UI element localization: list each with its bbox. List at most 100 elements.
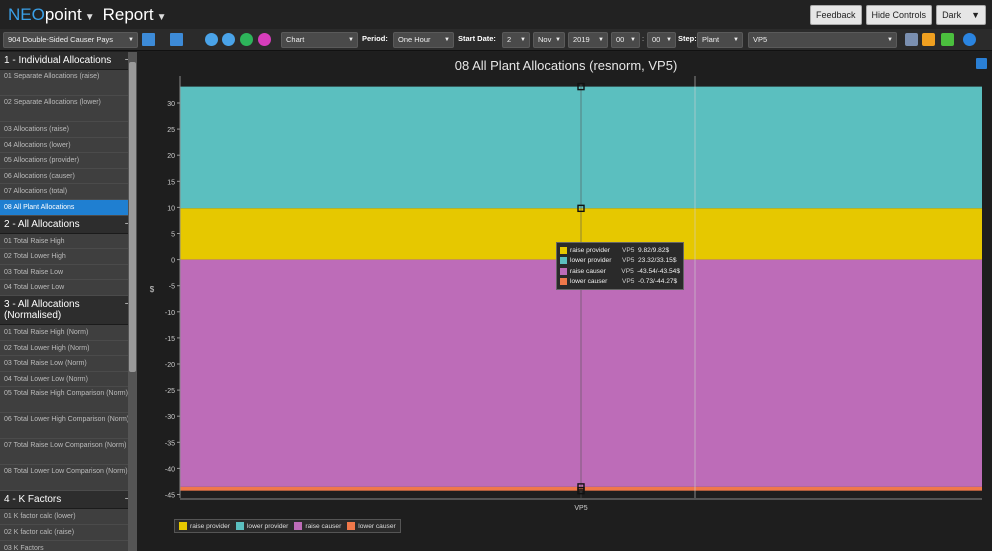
report-menu-label: Report [102, 4, 154, 24]
sidebar-item[interactable]: 01 K factor calc (lower) [0, 509, 137, 525]
tooltip-value: 9.82/9.82$ [638, 246, 670, 254]
tooltip-swatch [560, 278, 567, 286]
x-tick-label: VP5 [574, 505, 587, 512]
minute-select-value: 00 [652, 35, 661, 44]
legend-item[interactable]: lower causer [347, 522, 396, 530]
sidebar-item[interactable]: 05 Allocations (provider) [0, 153, 137, 169]
sidebar-section-header[interactable]: 3 - All Allocations (Normalised)− [0, 295, 137, 325]
record-icon[interactable] [258, 33, 271, 46]
chevron-down-icon: ▼ [444, 37, 450, 43]
sidebar-item[interactable]: 02 K factor calc (raise) [0, 525, 137, 541]
view-select[interactable]: Chart ▼ [281, 32, 358, 48]
start-date-label: Start Date: [458, 34, 496, 43]
sidebar-item[interactable]: 03 Total Raise Low (Norm) [0, 356, 137, 372]
lock-icon[interactable] [922, 33, 935, 46]
sidebar: 1 - Individual Allocations−01 Separate A… [0, 52, 137, 551]
sidebar-item[interactable]: 04 Allocations (lower) [0, 138, 137, 154]
sidebar-section-title: 4 - K Factors [4, 494, 62, 506]
chevron-down-icon: ▼ [598, 37, 604, 43]
sidebar-item[interactable]: 01 Total Raise High [0, 234, 137, 250]
chart-plot: 30 25 20 15 10 5 0 -5 -10 -15 -20 -25 -30 -35 -40 -45 $ V… [150, 76, 982, 512]
sidebar-item[interactable]: 02 Separate Allocations (lower) [0, 96, 137, 122]
sidebar-item[interactable]: 05 Total Raise High Comparison (Norm) [0, 387, 137, 414]
sidebar-item[interactable]: 01 Total Raise High (Norm) [0, 325, 137, 341]
theme-select[interactable]: Dark ▼ [936, 5, 986, 25]
sidebar-scrollbar-thumb[interactable] [129, 62, 136, 372]
legend-swatch [179, 522, 187, 530]
sidebar-item[interactable]: 08 Total Lower Low Comparison (Norm) [0, 465, 137, 492]
theme-select-value: Dark [942, 10, 962, 20]
feedback-button[interactable]: Feedback [810, 5, 862, 25]
hour-select[interactable]: 00 ▼ [611, 32, 640, 48]
sidebar-item[interactable]: 03 Total Raise Low [0, 265, 137, 281]
y-tick-label: 5 [171, 232, 175, 239]
legend-item[interactable]: lower provider [235, 522, 288, 530]
top-bar: NEOpoint ▼ Report ▼ Feedback Hide Controls… [0, 0, 992, 29]
sidebar-section-header[interactable]: 1 - Individual Allocations− [0, 52, 137, 70]
step-label: Step: [678, 34, 697, 43]
sidebar-section-header[interactable]: 2 - All Allocations− [0, 215, 137, 234]
sidebar-item[interactable]: 07 Total Raise Low Comparison (Norm) [0, 439, 137, 466]
tooltip-series-name: raise provider [570, 246, 610, 254]
tooltip-series-name: raise causer [569, 267, 606, 275]
step-select-value: Plant [702, 35, 720, 44]
sidebar-item[interactable]: 02 Total Lower High (Norm) [0, 341, 137, 357]
save-icon[interactable] [142, 33, 155, 46]
sidebar-item[interactable]: 02 Total Lower High [0, 249, 137, 265]
time-separator: : [642, 34, 645, 43]
report-select[interactable]: 904 Double-Sided Causer Pays ▼ [3, 32, 138, 48]
tooltip-unit: VP5 [622, 246, 635, 254]
legend-swatch [347, 522, 356, 530]
period-select[interactable]: One Hour ▼ [393, 32, 454, 48]
legend-item[interactable]: raise provider [179, 522, 230, 530]
brand-logo[interactable]: NEOpoint ▼ [8, 5, 95, 25]
theme-caret-icon: ▼ [971, 10, 980, 20]
tooltip-row: raise provider VP5 9.82/9.82$ [560, 245, 680, 256]
refresh-icon[interactable] [240, 33, 253, 46]
year-select-value: 2019 [573, 35, 590, 44]
y-tick-label: -30 [165, 414, 175, 421]
chevron-down-icon: ▼ [128, 37, 134, 43]
report-menu[interactable]: Report ▼ [103, 5, 167, 25]
minute-select[interactable]: 00 ▼ [647, 32, 676, 48]
sidebar-item[interactable]: 04 Total Lower Low (Norm) [0, 372, 137, 388]
entity-select-value: VP5 [753, 35, 768, 44]
brand-point: point [44, 4, 82, 24]
tooltip-row: raise causer VP5 -43.54/-43.54$ [560, 266, 680, 277]
pencil-icon[interactable] [905, 33, 918, 46]
forward-icon[interactable] [222, 33, 235, 46]
y-tick-label: 25 [167, 127, 175, 134]
y-tick-label: -40 [165, 466, 175, 473]
step-select[interactable]: Plant ▼ [697, 32, 743, 48]
hide-controls-button[interactable]: Hide Controls [865, 5, 933, 25]
info-icon[interactable] [963, 33, 976, 46]
sidebar-item[interactable]: 06 Allocations (causer) [0, 169, 137, 185]
sidebar-item[interactable]: 03 Allocations (raise) [0, 122, 137, 138]
sidebar-section-title: 2 - All Allocations [4, 218, 80, 230]
sidebar-item[interactable]: 01 Separate Allocations (raise) [0, 70, 137, 96]
legend-item[interactable]: raise causer [294, 522, 341, 530]
chevron-down-icon: ▼ [348, 37, 354, 43]
sidebar-item[interactable]: 03 K Factors [0, 541, 137, 551]
tooltip-unit: VP5 [622, 257, 635, 265]
sidebar-item[interactable]: 08 All Plant Allocations [0, 199, 137, 216]
chevron-down-icon: ▼ [555, 37, 561, 43]
year-select[interactable]: 2019 ▼ [568, 32, 608, 48]
sidebar-section-title: 3 - All Allocations (Normalised) [4, 298, 80, 321]
y-tick-label: -5 [169, 284, 175, 291]
month-select[interactable]: Nov ▼ [533, 32, 565, 48]
list-icon[interactable] [941, 33, 954, 46]
tooltip-unit: VP5 [622, 278, 635, 286]
period-select-value: One Hour [398, 35, 431, 44]
entity-select[interactable]: VP5 ▼ [748, 32, 897, 48]
save-as-icon[interactable] [170, 33, 183, 46]
day-select[interactable]: 2 ▼ [502, 32, 530, 48]
sidebar-item[interactable]: 06 Total Lower High Comparison (Norm) [0, 413, 137, 440]
sidebar-section-header[interactable]: 4 - K Factors− [0, 491, 137, 510]
y-tick-label: 10 [167, 205, 175, 212]
back-icon[interactable] [205, 33, 218, 46]
sidebar-item[interactable]: 07 Allocations (total) [0, 184, 137, 200]
legend-label: raise causer [305, 522, 342, 530]
tooltip-unit: VP5 [621, 267, 634, 275]
sidebar-item[interactable]: 04 Total Lower Low [0, 280, 137, 296]
